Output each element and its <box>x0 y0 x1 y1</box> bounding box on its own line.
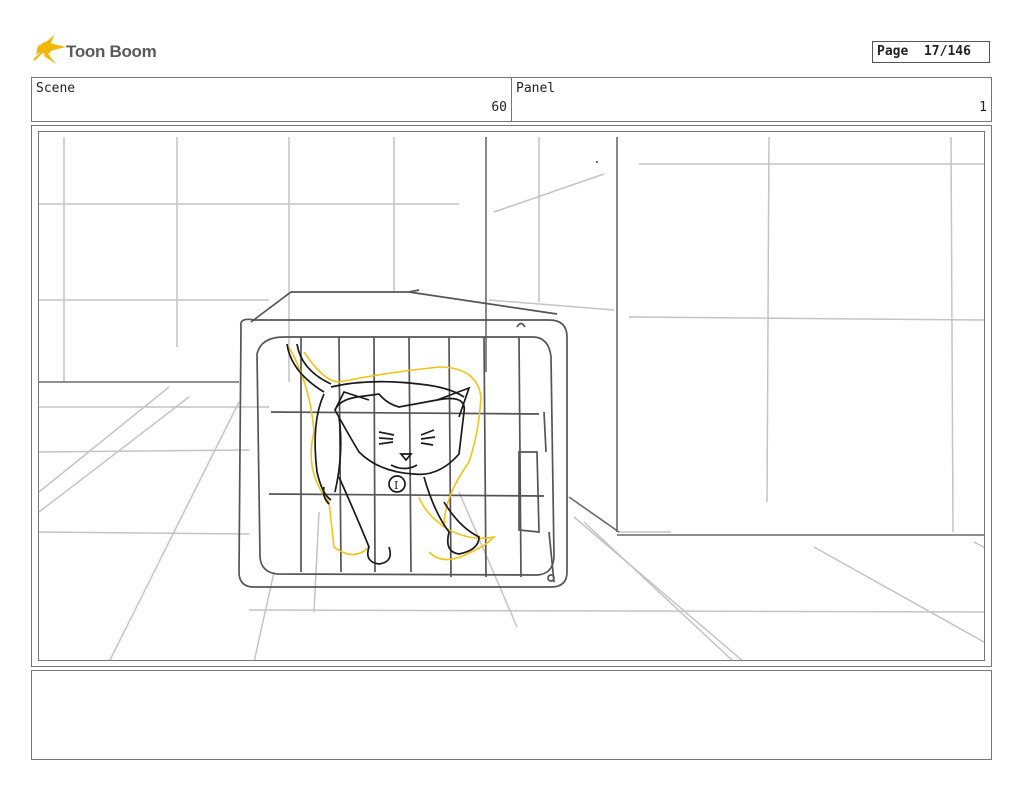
panel-notes-box <box>31 670 992 760</box>
background-sketch-lines <box>39 136 984 660</box>
page-label: Page <box>877 44 909 59</box>
panel-number: 1 <box>979 100 987 115</box>
starburst-icon <box>33 35 66 64</box>
page-number: 17/146 <box>923 44 971 59</box>
logo-text: Toon Boom <box>66 42 157 61</box>
pet-crate <box>238 289 568 588</box>
scene-label: Scene <box>36 81 76 96</box>
scene-number: 60 <box>491 100 507 115</box>
page-counter: Page 17/146 <box>872 41 990 63</box>
storyboard-sketch: I <box>39 136 984 660</box>
panel-label: Panel <box>516 81 556 96</box>
scene-cell: Scene 60 <box>32 78 512 121</box>
collar-tag-letter: I <box>394 479 398 492</box>
panel-cell: Panel 1 <box>512 78 991 121</box>
panel-frame: I <box>31 125 992 667</box>
shiver-effect-lines <box>288 346 497 561</box>
wall-lines <box>39 137 984 536</box>
panel-drawing-area: I <box>38 131 985 661</box>
scene-panel-header: Scene 60 Panel 1 <box>31 77 992 122</box>
